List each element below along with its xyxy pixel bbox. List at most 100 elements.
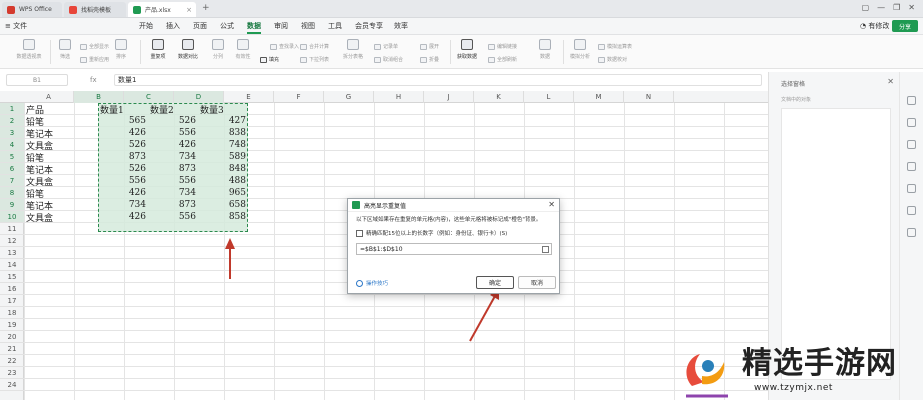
expand-button[interactable]: 展开	[420, 43, 439, 50]
get-data-button[interactable]: 获取数据	[452, 39, 482, 60]
pivot-table-button[interactable]: 数据透视表	[14, 39, 44, 60]
cancel-button[interactable]: 取消	[518, 276, 556, 289]
menu-insert[interactable]: 插入	[166, 21, 180, 31]
comment-status[interactable]: ◔ 有修改	[860, 21, 889, 31]
validation-icon	[237, 39, 249, 50]
arrowhead	[225, 238, 235, 249]
menu-tools[interactable]: 工具	[328, 21, 342, 31]
data-check-label: 数据校对	[607, 57, 628, 63]
tab-file[interactable]: 产品.xlsx ×	[128, 2, 196, 17]
dialog-title: 高亮显示重复值	[364, 202, 407, 210]
duplicates-icon	[152, 39, 164, 50]
data-compare-icon	[182, 39, 194, 50]
show-all-button[interactable]: 全部显示	[80, 43, 109, 50]
menu-start[interactable]: 开始	[139, 21, 153, 31]
split-table-label: 拆分表格	[342, 54, 363, 60]
get-data-icon	[461, 39, 473, 50]
menu-formula[interactable]: 公式	[220, 21, 234, 31]
lookup-entry-label: 查找录入	[279, 44, 300, 50]
file-menu-label: 文件	[13, 22, 28, 30]
dropdown-list-button[interactable]: 下拉列表	[300, 56, 329, 63]
new-tab-button[interactable]: +	[202, 3, 210, 13]
expand-icon	[420, 43, 427, 50]
what-if-button[interactable]: 模拟分析	[565, 39, 595, 60]
data-check-icon	[598, 56, 605, 63]
property-icon[interactable]	[907, 96, 916, 105]
title-bar: WPS Office 找稻壳模板 产品.xlsx × + ▢ — ❐ ✕	[0, 0, 923, 18]
split-table-button[interactable]: 拆分表格	[338, 39, 368, 60]
collapse-button[interactable]: 折叠	[420, 56, 439, 63]
get-data-label: 获取数据	[456, 54, 477, 60]
menu-efficiency[interactable]: 效率	[394, 21, 408, 31]
close-pane-icon[interactable]: ✕	[887, 77, 894, 86]
fill-button[interactable]: 填充	[260, 56, 279, 63]
range-picker-icon[interactable]	[542, 246, 549, 253]
record-form-button[interactable]: 记录单	[374, 43, 398, 50]
dialog-description: 以下区域如果存在重复的单元格(内容)，这些单元格将被标记成"橙色"背景。	[356, 217, 542, 223]
sort-icon	[115, 39, 127, 50]
data-icon	[539, 39, 551, 50]
menu-view[interactable]: 视图	[301, 21, 315, 31]
fx-icon[interactable]: fx	[90, 74, 114, 86]
tab-wps-office[interactable]: WPS Office	[2, 2, 62, 17]
duplicates-button[interactable]: 重复项	[143, 39, 173, 60]
data-compare-button[interactable]: 数据对比	[173, 39, 203, 60]
share-icon[interactable]	[907, 206, 916, 215]
watermark-url: www.tzymjx.net	[754, 383, 833, 393]
edit-links-button[interactable]: 编辑链接	[488, 43, 517, 50]
checkbox-box[interactable]	[356, 229, 363, 237]
close-window-icon[interactable]: ✕	[908, 3, 915, 12]
name-box[interactable]: B1	[6, 74, 68, 86]
active-menu-underline	[247, 32, 261, 34]
refresh-all-icon	[488, 56, 495, 63]
menu-data[interactable]: 数据	[247, 21, 261, 31]
close-tab-icon[interactable]: ×	[186, 6, 192, 14]
shield-icon[interactable]	[907, 228, 916, 237]
data-check-button[interactable]: 数据校对	[598, 56, 627, 63]
file-menu[interactable]: ≡ 文件	[5, 21, 27, 31]
close-icon[interactable]: ✕	[548, 200, 555, 209]
what-if-icon	[574, 39, 586, 50]
format-icon[interactable]	[907, 162, 916, 171]
filter-button[interactable]: 筛选	[50, 39, 80, 60]
merge-calc-label: 合并计算	[309, 44, 330, 50]
tab-docer[interactable]: 找稻壳模板	[64, 2, 126, 17]
ribbon-divider	[563, 40, 564, 64]
ok-button[interactable]: 确定	[476, 276, 514, 289]
reapply-button[interactable]: 重新应用	[80, 56, 109, 63]
sort-button[interactable]: 排序	[106, 39, 136, 60]
ungroup-icon	[374, 56, 381, 63]
data-button[interactable]: 数据	[530, 39, 560, 60]
exact-match-checkbox[interactable]: 精确匹配15位以上的长数字（例如：身份证、银行卡）(S)	[356, 229, 507, 237]
record-form-label: 记录单	[383, 44, 399, 50]
tab-label: WPS Office	[19, 6, 52, 13]
edit-links-icon	[488, 43, 495, 50]
lookup-entry-icon	[270, 43, 277, 50]
menu-member[interactable]: 会员专享	[355, 21, 383, 31]
ungroup-button[interactable]: 取消组合	[374, 56, 403, 63]
merge-calc-button[interactable]: 合并计算	[300, 43, 329, 50]
share-button[interactable]: 分享	[892, 20, 918, 32]
select-icon[interactable]	[907, 140, 916, 149]
validation-button[interactable]: 有效性	[228, 39, 258, 60]
tips-link[interactable]: 操作技巧	[356, 279, 388, 287]
watermark-title: 精选手游网	[742, 346, 897, 381]
dropdown-list-icon	[300, 56, 307, 63]
formula-input[interactable]: 数量1	[114, 74, 762, 86]
filter-label: 筛选	[59, 54, 70, 60]
minimize-icon[interactable]: —	[877, 3, 885, 12]
style-icon[interactable]	[907, 118, 916, 127]
comment-label: 有修改	[868, 22, 890, 30]
range-input[interactable]: =$B$1:$D$10	[356, 243, 552, 255]
menu-review[interactable]: 审阅	[274, 21, 288, 31]
what-if-label: 模拟分析	[569, 54, 590, 60]
data-table-icon	[598, 43, 605, 50]
backup-icon[interactable]	[907, 184, 916, 193]
data-table-button[interactable]: 模拟运算表	[598, 43, 632, 50]
collapse-label: 折叠	[429, 57, 440, 63]
maximize-icon[interactable]: ❐	[893, 3, 900, 12]
menu-page[interactable]: 页面	[193, 21, 207, 31]
window-menu-icon[interactable]: ▢	[862, 3, 870, 12]
refresh-all-button[interactable]: 全部刷新	[488, 56, 517, 63]
lookup-entry-button[interactable]: 查找录入	[270, 43, 299, 50]
